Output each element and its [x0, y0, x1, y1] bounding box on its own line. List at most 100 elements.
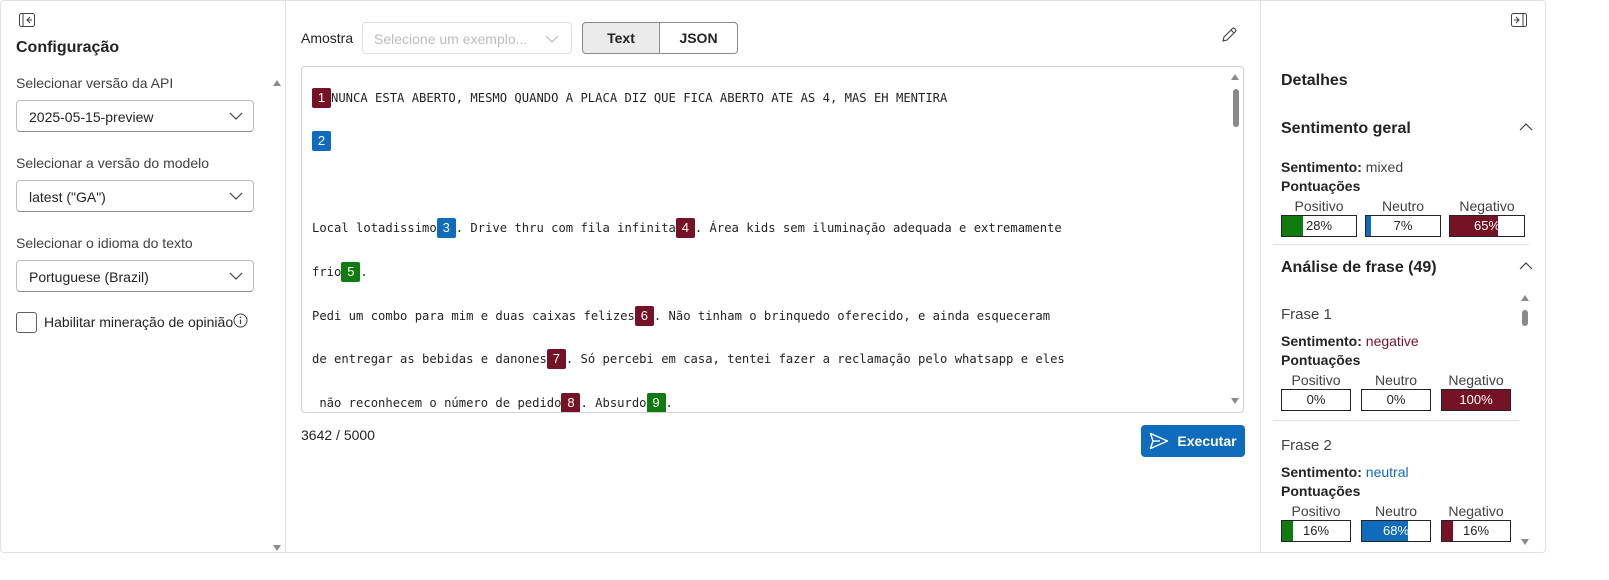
positive-label: Positivo — [1294, 198, 1344, 214]
sentence-2-negative-bar: 16% — [1441, 520, 1511, 542]
run-label: Executar — [1177, 433, 1237, 449]
sentence-analysis-title[interactable]: Análise de frase (49) — [1281, 259, 1437, 277]
chevron-up-icon[interactable] — [1519, 261, 1533, 271]
sentence-badge-neutral[interactable]: 3 — [436, 217, 456, 238]
sentence-badge-neutral[interactable]: 2 — [312, 130, 331, 151]
editor-line: frio 5. — [312, 261, 368, 282]
sentence-badge-negative[interactable]: 8 — [561, 392, 581, 412]
sentiment-value: negative — [1365, 333, 1419, 349]
api-version-select[interactable]: 2025-05-15-preview — [16, 100, 254, 132]
sentence-1-sentiment: Sentimento: negative — [1281, 333, 1419, 349]
sentence-1-neutral-bar: 0% — [1361, 389, 1431, 411]
opinion-mining-checkbox[interactable] — [16, 312, 37, 333]
panel-expand-icon[interactable] — [1511, 13, 1527, 27]
negative-label: Negativo — [1448, 503, 1504, 519]
positive-score: 0% — [1306, 392, 1326, 407]
editor-text: . Absurdo — [580, 395, 647, 410]
tab-text[interactable]: Text — [582, 22, 660, 54]
sample-select[interactable]: Selecione um exemplo... — [362, 22, 572, 54]
chevron-down-icon — [229, 112, 243, 120]
negative-score: 100% — [1459, 392, 1493, 407]
positive-score: 16% — [1302, 523, 1330, 538]
scroll-up-arrow-icon[interactable] — [1520, 294, 1530, 302]
character-counter: 3642 / 5000 — [301, 427, 375, 443]
scroll-down-arrow-icon[interactable] — [272, 544, 282, 552]
editor-line: de entregar as bebidas e danones 7. Só pe… — [312, 348, 1065, 369]
negative-label: Negativo — [1459, 198, 1515, 214]
positive-label: Positivo — [1291, 503, 1341, 519]
editor-line: 1 NUNCA ESTA ABERTO, MESMO QUANDO A PLACA… — [312, 87, 947, 108]
sentence-badge-negative[interactable]: 4 — [675, 217, 695, 238]
scroll-up-arrow-icon[interactable] — [1230, 73, 1240, 81]
overall-sentiment-title[interactable]: Sentimento geral — [1281, 120, 1411, 138]
sentiment-value: neutral — [1365, 464, 1409, 480]
scroll-down-arrow-icon[interactable] — [1520, 538, 1530, 546]
pencil-icon[interactable] — [1220, 26, 1238, 44]
overall-negative-bar: 65% — [1449, 215, 1525, 237]
editor-text: não reconhecem o número de pedido — [312, 395, 562, 410]
neutral-score: 7% — [1393, 218, 1413, 233]
editor-text: Local lotadissimo — [312, 220, 437, 235]
sentence-badge-positive[interactable]: 9 — [646, 392, 666, 412]
input-panel: Amostra Selecione um exemplo... Text JSO… — [286, 0, 1260, 553]
sentence-2-title: Frase 2 — [1281, 437, 1332, 454]
sentence-1-title: Frase 1 — [1281, 306, 1332, 323]
text-editor[interactable]: 1 NUNCA ESTA ABERTO, MESMO QUANDO A PLACA… — [301, 66, 1244, 413]
editor-line: Local lotadissimo 3. Drive thru com fila … — [312, 217, 1062, 238]
neutral-label: Neutro — [1374, 503, 1418, 519]
opinion-mining-label[interactable]: Habilitar mineração de opinião — [44, 314, 233, 330]
model-version-value: latest ("GA") — [29, 189, 106, 205]
sentiment-key: Sentimento: — [1281, 464, 1362, 480]
details-scrollbar-thumb[interactable] — [1522, 310, 1528, 326]
editor-line: 2 — [312, 130, 331, 151]
configuration-panel: Configuração Selecionar versão da API 20… — [0, 0, 286, 553]
editor-text: de entregar as bebidas e danones — [312, 351, 547, 366]
run-button[interactable]: Executar — [1141, 425, 1245, 457]
editor-scrollbar-thumb[interactable] — [1233, 89, 1239, 127]
sentiment-key: Sentimento: — [1281, 333, 1362, 349]
tab-json[interactable]: JSON — [660, 22, 738, 54]
positive-score: 28% — [1305, 218, 1333, 233]
api-version-value: 2025-05-15-preview — [29, 109, 154, 125]
api-version-label: Selecionar versão da API — [16, 75, 174, 91]
editor-text: . — [665, 395, 673, 410]
chevron-up-icon[interactable] — [1519, 122, 1533, 132]
editor-text: . Drive thru com fila infinita — [455, 220, 676, 235]
negative-score: 65% — [1473, 218, 1501, 233]
configuration-title: Configuração — [16, 39, 120, 56]
neutral-score: 68% — [1382, 523, 1410, 538]
editor-text: frio — [312, 264, 342, 279]
positive-label: Positivo — [1291, 372, 1341, 388]
divider — [1273, 420, 1519, 421]
sentence-2-sentiment: Sentimento: neutral — [1281, 464, 1409, 480]
sentiment-key: Sentimento: — [1281, 159, 1362, 175]
details-panel: Detalhes Sentimento geral Sentimento: mi… — [1260, 0, 1546, 553]
overall-positive-bar: 28% — [1281, 215, 1357, 237]
neutral-label: Neutro — [1374, 372, 1418, 388]
info-icon[interactable] — [233, 313, 248, 328]
panel-collapse-icon[interactable] — [19, 13, 35, 27]
sentiment-value: mixed — [1365, 159, 1404, 175]
sentence-badge-negative[interactable]: 7 — [546, 348, 566, 369]
neutral-label: Neutro — [1381, 198, 1425, 214]
scroll-down-arrow-icon[interactable] — [1230, 397, 1240, 405]
editor-text: . Não tinham o brinquedo oferecido, e ai… — [653, 308, 1051, 323]
negative-score: 16% — [1462, 523, 1490, 538]
negative-label: Negativo — [1448, 372, 1504, 388]
language-select[interactable]: Portuguese (Brazil) — [16, 260, 254, 292]
neutral-score: 0% — [1386, 392, 1406, 407]
sample-placeholder: Selecione um exemplo... — [374, 31, 528, 47]
editor-text: NUNCA ESTA ABERTO, MESMO QUANDO A PLACA … — [331, 90, 948, 105]
editor-line: Pedi um combo para mim e duas caixas fel… — [312, 305, 1050, 326]
sample-label: Amostra — [301, 30, 354, 46]
sentence-1-negative-bar: 100% — [1441, 389, 1511, 411]
sentence-badge-positive[interactable]: 5 — [341, 261, 361, 282]
chevron-down-icon — [229, 272, 243, 280]
editor-text: Pedi um combo para mim e duas caixas fel… — [312, 308, 635, 323]
model-version-select[interactable]: latest ("GA") — [16, 180, 254, 212]
sentence-badge-negative[interactable]: 1 — [312, 87, 331, 108]
scores-label: Pontuações — [1281, 178, 1361, 194]
overall-neutral-bar: 7% — [1365, 215, 1441, 237]
scroll-up-arrow-icon[interactable] — [272, 79, 282, 87]
sentence-badge-negative[interactable]: 6 — [634, 305, 654, 326]
